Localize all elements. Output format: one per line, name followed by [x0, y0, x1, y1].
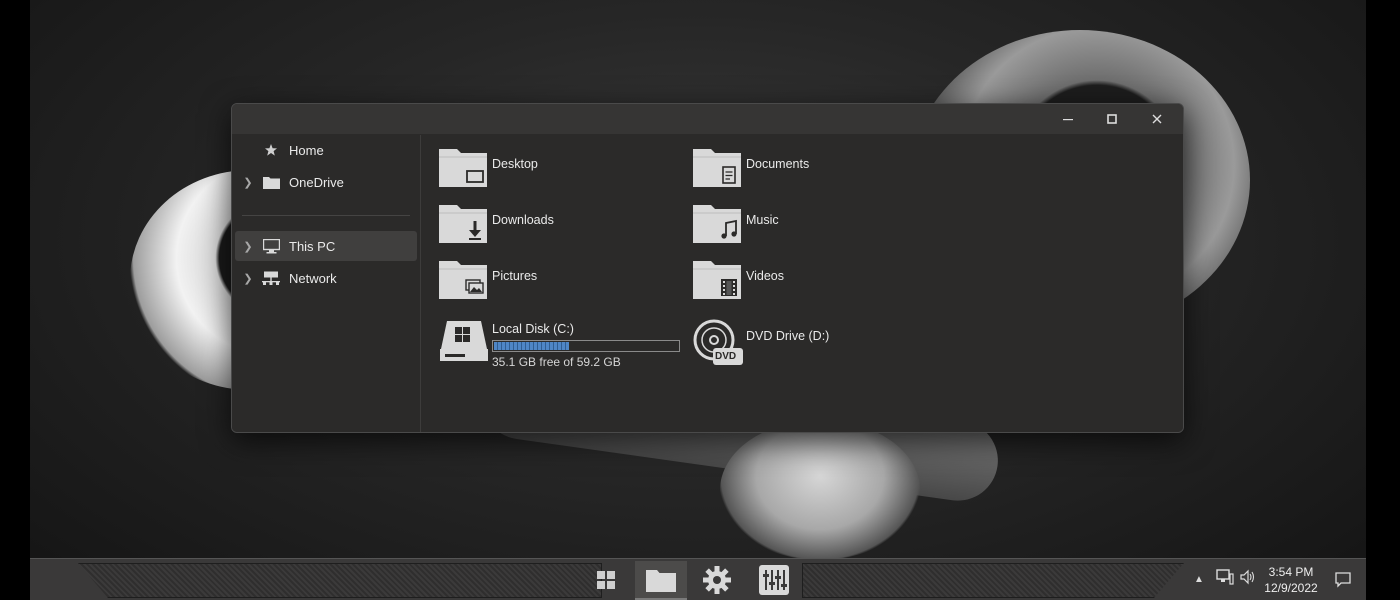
star-icon	[261, 142, 281, 158]
folder-label: Pictures	[492, 269, 538, 283]
nav-item-label: Home	[289, 142, 324, 158]
minimize-button[interactable]	[1045, 104, 1091, 134]
folder-documents[interactable]: Documents	[693, 147, 943, 195]
folder-label: Documents	[746, 157, 810, 171]
maximize-icon	[1107, 114, 1117, 124]
drive-dvd-d[interactable]: DVD DVD Drive (D:)	[693, 319, 943, 367]
navigation-pane: Home ❯ OneDrive ❯ This PC ❯ Network	[232, 135, 421, 432]
clock-time: 3:54 PM	[1268, 565, 1314, 579]
chevron-up-icon[interactable]: ▲	[1192, 574, 1206, 585]
network-icon[interactable]	[1216, 569, 1234, 590]
chevron-right-icon[interactable]: ❯	[235, 240, 261, 253]
start-button[interactable]	[580, 561, 632, 598]
close-button[interactable]	[1134, 104, 1180, 134]
dvd-badge: DVD	[715, 351, 737, 362]
nav-item-label: Network	[289, 270, 337, 286]
folder-desktop[interactable]: Desktop	[439, 147, 689, 195]
drive-usage-bar	[492, 340, 680, 352]
content-pane: Desktop Documents Downloads Music Pictur…	[421, 135, 1183, 432]
monitor-icon	[261, 238, 281, 254]
nav-item-label: OneDrive	[289, 174, 344, 190]
taskbar-settings[interactable]	[691, 561, 743, 598]
drive-label: Local Disk (C:)	[492, 322, 574, 336]
documents-folder-icon	[693, 147, 743, 189]
title-bar[interactable]	[232, 104, 1183, 134]
wallpaper-shape	[720, 420, 920, 560]
taskbar-control-panel[interactable]	[748, 561, 800, 598]
taskbar-file-explorer[interactable]	[635, 561, 687, 600]
taskbar-decoration	[802, 563, 1184, 598]
taskbar: ▲ 3:54 PM 12/9/2022	[30, 558, 1366, 600]
nav-item-label: This PC	[289, 238, 336, 254]
chevron-right-icon[interactable]: ❯	[235, 272, 261, 285]
dvd-drive-icon: DVD	[693, 319, 743, 365]
nav-item-home[interactable]: Home	[235, 135, 417, 165]
desktop-folder-icon	[439, 147, 489, 189]
nav-item-onedrive[interactable]: ❯ OneDrive	[235, 167, 417, 197]
nav-item-network[interactable]: ❯ Network	[235, 263, 417, 293]
taskbar-decoration	[78, 563, 602, 598]
folder-music[interactable]: Music	[693, 203, 943, 251]
system-tray: ▲	[1192, 559, 1256, 600]
drive-local-disk-c[interactable]: Local Disk (C:) 35.1 GB free of 59.2 GB	[439, 319, 699, 369]
hard-drive-icon	[439, 319, 489, 361]
folder-pictures[interactable]: Pictures	[439, 259, 689, 307]
folder-label: Videos	[746, 269, 784, 283]
folder-videos[interactable]: Videos	[693, 259, 943, 307]
maximize-button[interactable]	[1089, 104, 1135, 134]
folder-icon	[261, 174, 281, 190]
videos-folder-icon	[693, 259, 743, 301]
drive-label: DVD Drive (D:)	[746, 329, 830, 343]
nav-divider	[242, 215, 410, 216]
folder-label: Desktop	[492, 157, 538, 171]
drive-free-space: 35.1 GB free of 59.2 GB	[492, 355, 621, 369]
folder-downloads[interactable]: Downloads	[439, 203, 689, 251]
downloads-folder-icon	[439, 203, 489, 245]
notifications-button[interactable]	[1335, 559, 1351, 600]
windows-start-icon	[597, 570, 615, 589]
pictures-folder-icon	[439, 259, 489, 301]
music-folder-icon	[693, 203, 743, 245]
close-icon	[1152, 114, 1162, 124]
network-icon	[261, 270, 281, 286]
notifications-icon	[1335, 571, 1351, 588]
drive-usage-fill	[494, 342, 569, 350]
taskbar-clock[interactable]: 3:54 PM 12/9/2022	[1256, 564, 1326, 596]
folder-label: Music	[746, 213, 779, 227]
chevron-right-icon[interactable]: ❯	[235, 176, 261, 189]
folder-label: Downloads	[492, 213, 554, 227]
sliders-icon	[759, 564, 789, 595]
minimize-icon	[1063, 119, 1073, 121]
folder-icon	[646, 569, 676, 592]
gear-icon	[703, 565, 731, 594]
clock-date: 12/9/2022	[1264, 581, 1318, 595]
file-explorer-window: Home ❯ OneDrive ❯ This PC ❯ Network Desk…	[231, 103, 1184, 433]
volume-icon[interactable]	[1240, 569, 1256, 590]
nav-item-this-pc[interactable]: ❯ This PC	[235, 231, 417, 261]
